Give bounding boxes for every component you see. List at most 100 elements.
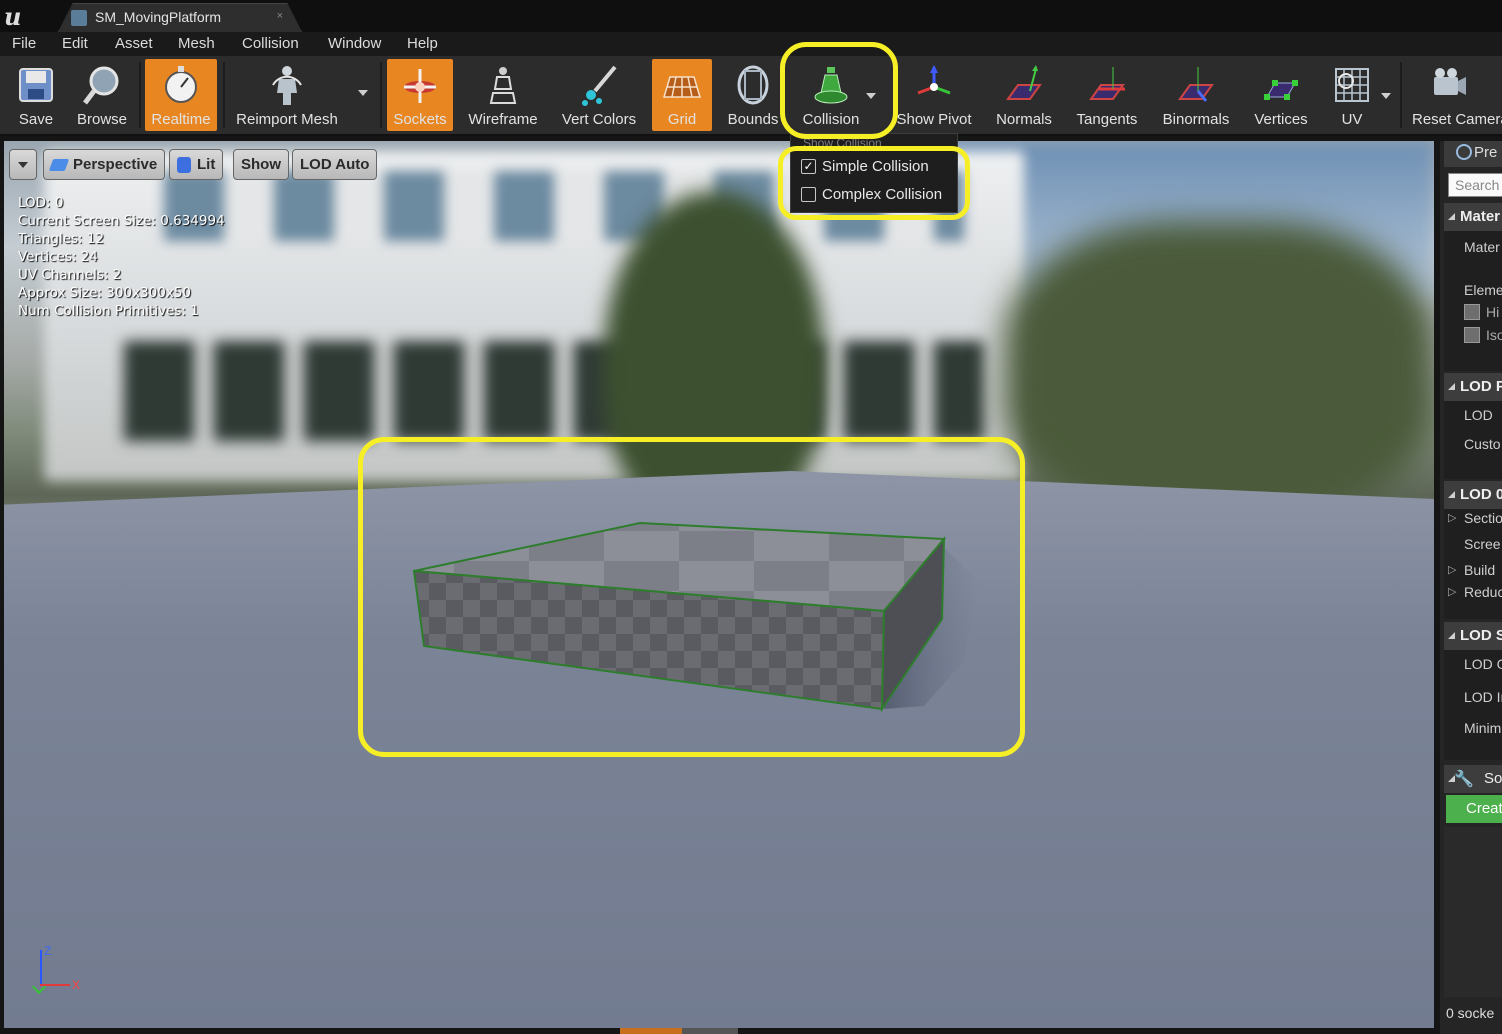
magnifier-icon	[83, 66, 119, 105]
chevron-down-icon[interactable]	[866, 93, 876, 99]
reduction-settings-row[interactable]: Reduc	[1448, 584, 1502, 600]
bounds-icon	[737, 65, 769, 105]
section-materials[interactable]: Mater	[1444, 203, 1502, 231]
perspective-icon	[48, 158, 70, 171]
checkbox-checked[interactable]: ✓	[801, 159, 816, 174]
wireframe-icon	[489, 67, 517, 104]
material-row: Mater	[1464, 239, 1500, 255]
save-button[interactable]: Save	[6, 59, 66, 131]
menu-help[interactable]: Help	[407, 35, 438, 52]
reset-camera-button[interactable]: Reset Camera	[1408, 59, 1502, 131]
uv-grid-icon	[1335, 68, 1369, 102]
static-mesh-icon	[71, 10, 87, 26]
isolate-checkbox[interactable]	[1464, 327, 1480, 343]
camera-icon	[1434, 68, 1466, 95]
z-axis-label: Z	[44, 944, 52, 958]
lod-row: LOD	[1464, 407, 1493, 423]
stat-approx-size: Approx Size: 300x300x50	[18, 285, 191, 301]
details-search-input[interactable]: Search	[1448, 173, 1502, 197]
normals-toggle[interactable]: Normals	[990, 59, 1058, 131]
menu-window[interactable]: Window	[328, 35, 381, 52]
show-button[interactable]: Show	[233, 149, 289, 180]
menu-asset[interactable]: Asset	[115, 35, 153, 52]
browse-button[interactable]: Browse	[70, 59, 134, 131]
grid-icon	[662, 76, 702, 98]
screen-size-row: Scree	[1464, 536, 1501, 552]
collision-dropdown: Show Collision ✓ Simple Collision Comple…	[790, 133, 958, 213]
grid-toggle[interactable]: Grid	[652, 59, 712, 131]
x-axis-label: X	[72, 978, 81, 992]
bounds-toggle[interactable]: Bounds	[724, 59, 782, 131]
vertices-toggle[interactable]: Vertices	[1248, 59, 1314, 131]
normals-icon	[1006, 65, 1042, 100]
y-axis	[31, 979, 47, 995]
menu-edit[interactable]: Edit	[62, 35, 88, 52]
collision-toggle[interactable]: Collision	[796, 59, 866, 131]
document-tab-label: SM_MovingPlatform	[95, 9, 222, 25]
toolbar-separator	[139, 62, 141, 128]
lit-cube-icon	[177, 156, 191, 173]
tangents-toggle[interactable]: Tangents	[1070, 59, 1144, 131]
viewport-options-button[interactable]	[9, 149, 37, 180]
realtime-toggle[interactable]: Realtime	[145, 59, 217, 131]
brush-icon	[582, 65, 617, 106]
chevron-down-icon[interactable]	[1381, 93, 1391, 99]
chevron-down-icon[interactable]	[358, 90, 368, 96]
document-tab[interactable]: SM_MovingPlatform ×	[58, 3, 302, 32]
lod-auto-button[interactable]: LOD Auto	[292, 149, 378, 180]
uv-toggle[interactable]: UV	[1326, 59, 1378, 131]
wrench-icon: 🔧	[1454, 771, 1474, 788]
reimport-icon	[272, 66, 302, 105]
bottom-tab-active[interactable]	[620, 1028, 682, 1034]
sockets-toggle[interactable]: Sockets	[387, 59, 453, 131]
z-axis	[40, 950, 42, 984]
close-icon[interactable]: ×	[277, 10, 283, 22]
menu-bar: File Edit Asset Mesh Collision Window He…	[0, 32, 1502, 56]
create-socket-button[interactable]: Creat	[1446, 795, 1502, 823]
highlight-label: Hi	[1486, 304, 1500, 320]
perspective-button[interactable]: Perspective	[43, 149, 166, 180]
stat-triangles: Triangles: 12	[18, 231, 105, 247]
section-lod-picker[interactable]: LOD P	[1444, 373, 1502, 401]
details-panel: Pre Search Mater Mater Eleme Hi Iso LOD …	[1440, 141, 1502, 1034]
socket-count: 0 socke	[1446, 1005, 1495, 1021]
vertices-icon	[1264, 80, 1298, 100]
toolbar: Save Browse Realtime Reimport Mesh Socke…	[0, 56, 1502, 136]
axis-gizmo: Z X	[30, 944, 81, 1000]
menu-file[interactable]: File	[12, 35, 36, 52]
show-pivot-toggle[interactable]: Show Pivot	[894, 59, 974, 131]
lit-button[interactable]: Lit	[169, 149, 224, 180]
binormals-toggle[interactable]: Binormals	[1156, 59, 1236, 131]
viewport[interactable]: Perspective Lit Show LOD Auto LOD: 0 Cur…	[4, 141, 1434, 1028]
minimum-lod-row: Minim	[1464, 720, 1502, 736]
bottom-tab[interactable]	[682, 1028, 738, 1034]
menu-mesh[interactable]: Mesh	[178, 35, 215, 52]
stat-vertices: Vertices: 24	[18, 249, 98, 265]
stat-screen-size: Current Screen Size: 0.634994	[18, 213, 225, 229]
lod-import-row: LOD Ir	[1464, 689, 1502, 705]
section-lod-settings[interactable]: LOD S	[1444, 622, 1502, 650]
section-lod-0[interactable]: LOD 0	[1444, 481, 1502, 509]
complex-collision-option[interactable]: Complex Collision	[801, 186, 942, 203]
toolbar-separator	[223, 62, 225, 128]
binormals-icon	[1178, 67, 1214, 102]
stat-lod: LOD: 0	[18, 195, 64, 211]
sections-row[interactable]: Sectio	[1448, 510, 1502, 526]
build-settings-row[interactable]: Build	[1448, 562, 1495, 578]
highlight-checkbox[interactable]	[1464, 304, 1480, 320]
details-tab[interactable]: Pre	[1444, 141, 1502, 167]
pivot-icon	[917, 65, 951, 95]
title-bar: u SM_MovingPlatform ×	[0, 0, 1502, 32]
sockets-icon	[404, 69, 436, 103]
simple-collision-option[interactable]: ✓ Simple Collision	[801, 158, 929, 175]
chevron-down-icon	[18, 161, 28, 168]
checkbox-unchecked[interactable]	[801, 187, 816, 202]
reimport-mesh-button[interactable]: Reimport Mesh	[229, 59, 345, 131]
dropdown-header: Show Collision	[803, 136, 882, 150]
toolbar-separator	[1400, 62, 1402, 128]
wireframe-toggle[interactable]: Wireframe	[462, 59, 544, 131]
element-row: Eleme	[1464, 282, 1502, 298]
vert-colors-toggle[interactable]: Vert Colors	[554, 59, 644, 131]
menu-collision[interactable]: Collision	[242, 35, 299, 52]
collision-icon	[814, 67, 848, 104]
